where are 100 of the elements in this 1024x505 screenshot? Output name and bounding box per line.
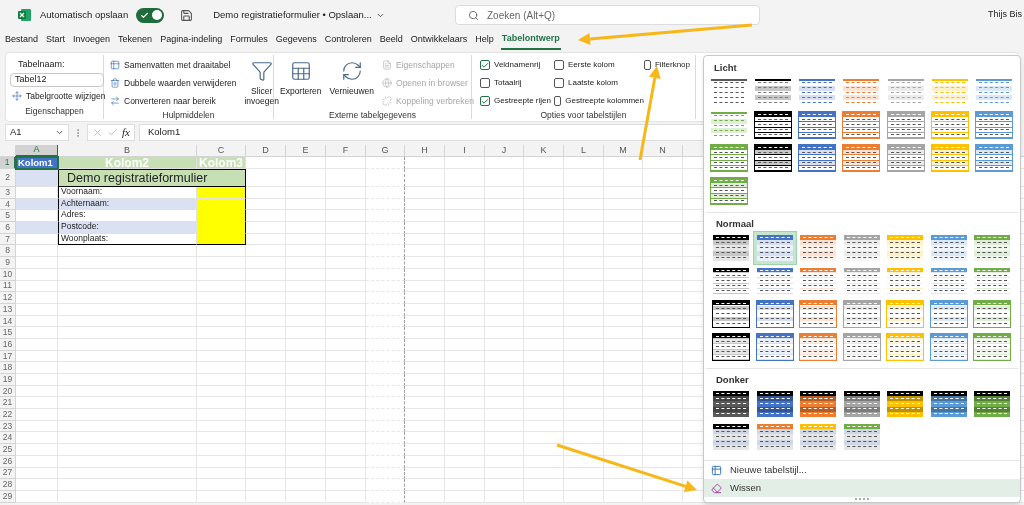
option-checkbox[interactable]: Laatste kolom — [554, 74, 644, 92]
table-style-swatch[interactable] — [797, 331, 840, 363]
row-number[interactable]: 8 — [0, 245, 16, 258]
table-style-swatch[interactable] — [840, 298, 884, 330]
empty-cell[interactable] — [366, 222, 405, 234]
table-style-swatch[interactable] — [710, 331, 753, 363]
empty-cell[interactable] — [366, 467, 405, 480]
empty-cell[interactable] — [366, 432, 405, 445]
large-ribbon-button[interactable]: Slicer invoegen — [242, 56, 281, 110]
column-header[interactable]: J — [485, 145, 524, 157]
column-header[interactable]: M — [604, 145, 643, 157]
ribbon-tab[interactable]: Controleren — [323, 30, 373, 50]
ribbon-button[interactable]: Converteren naar bereik — [108, 92, 218, 110]
empty-cell[interactable] — [366, 374, 405, 386]
empty-cell[interactable] — [366, 315, 405, 328]
empty-cell[interactable] — [366, 280, 405, 293]
checkbox[interactable] — [554, 78, 564, 88]
empty-cell[interactable] — [366, 420, 405, 433]
option-checkbox[interactable]: Filterknop — [644, 56, 690, 74]
form-title-cell[interactable]: Demo registratieformulier — [58, 169, 246, 187]
ribbon-tab[interactable]: Beeld — [378, 30, 404, 50]
empty-cell[interactable] — [366, 303, 405, 316]
row-number[interactable]: 2 — [0, 169, 16, 187]
column-header[interactable]: A — [16, 145, 58, 157]
ribbon-tab[interactable]: Gegevens — [274, 30, 318, 50]
table-style-swatch[interactable] — [972, 109, 1016, 141]
ribbon-tab[interactable]: Tekenen — [117, 30, 154, 50]
empty-cell[interactable] — [366, 187, 405, 199]
table-style-swatch[interactable] — [928, 109, 972, 141]
column-header[interactable]: L — [564, 145, 604, 157]
option-checkbox[interactable]: Totaalrij — [480, 74, 554, 92]
empty-cell[interactable] — [366, 327, 405, 339]
column-header[interactable]: H — [405, 145, 445, 157]
empty-cell[interactable] — [366, 210, 405, 223]
form-label-cell[interactable]: Adres: — [58, 210, 197, 223]
empty-cell[interactable] — [366, 257, 405, 269]
row-number[interactable]: 22 — [0, 409, 16, 421]
row-number[interactable]: 5 — [0, 210, 16, 223]
user-name[interactable]: Thijs Bis — [988, 8, 1024, 22]
empty-cell[interactable] — [366, 169, 405, 187]
table-style-swatch[interactable] — [928, 142, 972, 174]
column-header[interactable]: G — [366, 145, 405, 157]
option-checkbox[interactable]: Eerste kolom — [554, 56, 644, 74]
empty-cell[interactable] — [366, 157, 405, 169]
table-style-swatch[interactable] — [927, 298, 971, 330]
save-icon[interactable] — [180, 8, 194, 22]
ribbon-tab[interactable]: Tabelontwerp — [500, 30, 561, 50]
checkbox[interactable] — [644, 60, 651, 70]
row-number[interactable]: 24 — [0, 432, 16, 445]
table-style-swatch[interactable] — [971, 298, 1014, 330]
empty-cell[interactable] — [366, 397, 405, 410]
ribbon-button[interactable]: Dubbele waarden verwijderen — [108, 74, 239, 92]
enter-icon[interactable] — [107, 127, 118, 138]
autosave-toggle[interactable] — [136, 7, 165, 23]
ribbon-button[interactable]: Samenvatten met draaitabel — [108, 56, 233, 74]
document-title[interactable]: Demo registratieformulier • Opslaan... — [213, 7, 385, 23]
insert-function-button[interactable]: fx — [122, 124, 130, 141]
ribbon-tab[interactable]: Ontwikkelaars — [409, 30, 469, 50]
row-number[interactable]: 6 — [0, 222, 16, 234]
menu-item[interactable]: Wissen — [704, 479, 1020, 497]
ribbon-tab[interactable]: Invoegen — [72, 30, 112, 50]
ribbon-tab[interactable]: Bestand — [4, 30, 40, 50]
table-style-swatch[interactable] — [710, 298, 753, 330]
empty-cell[interactable] — [366, 444, 405, 456]
input-cell[interactable] — [197, 222, 246, 234]
column-header[interactable]: E — [286, 145, 326, 157]
empty-cell[interactable] — [366, 350, 405, 363]
table-style-swatch[interactable] — [840, 331, 884, 363]
table-style-swatch[interactable] — [971, 331, 1014, 363]
spreadsheet-logo-icon[interactable] — [18, 8, 32, 22]
table-style-swatch[interactable] — [972, 142, 1016, 174]
table-style-swatch[interactable] — [927, 331, 971, 363]
input-cell[interactable] — [197, 210, 246, 223]
column-header[interactable]: K — [524, 145, 564, 157]
ribbon-tab[interactable]: Start — [45, 30, 67, 50]
table-style-swatch[interactable] — [884, 109, 928, 141]
form-label-cell[interactable]: Voornaam: — [58, 187, 197, 199]
empty-cell[interactable] — [366, 233, 405, 246]
empty-cell[interactable] — [366, 198, 405, 211]
row-number[interactable]: 18 — [0, 362, 16, 374]
column-header[interactable]: I — [445, 145, 485, 157]
table-style-swatch[interactable] — [753, 232, 797, 264]
column-header[interactable]: D — [246, 145, 286, 157]
large-ribbon-button[interactable]: Exporteren — [278, 56, 324, 110]
empty-cell[interactable] — [366, 385, 405, 398]
table-style-swatch[interactable] — [884, 142, 928, 174]
cancel-icon[interactable] — [92, 127, 103, 138]
large-ribbon-button[interactable]: Vernieuwen — [327, 56, 376, 110]
ribbon-tab[interactable]: Formules — [229, 30, 269, 50]
empty-cell[interactable] — [366, 409, 405, 421]
table-style-swatch[interactable] — [797, 298, 840, 330]
row-number[interactable]: 25 — [0, 444, 16, 456]
option-checkbox[interactable]: Gestreepte kolommen — [554, 92, 644, 110]
table-style-swatch[interactable] — [753, 298, 797, 330]
empty-cell[interactable] — [366, 455, 405, 468]
empty-cell[interactable] — [366, 479, 405, 491]
row-number[interactable]: 12 — [0, 292, 16, 304]
empty-cell[interactable] — [366, 490, 405, 503]
column-header[interactable]: F — [326, 145, 366, 157]
column-header[interactable]: N — [643, 145, 683, 157]
